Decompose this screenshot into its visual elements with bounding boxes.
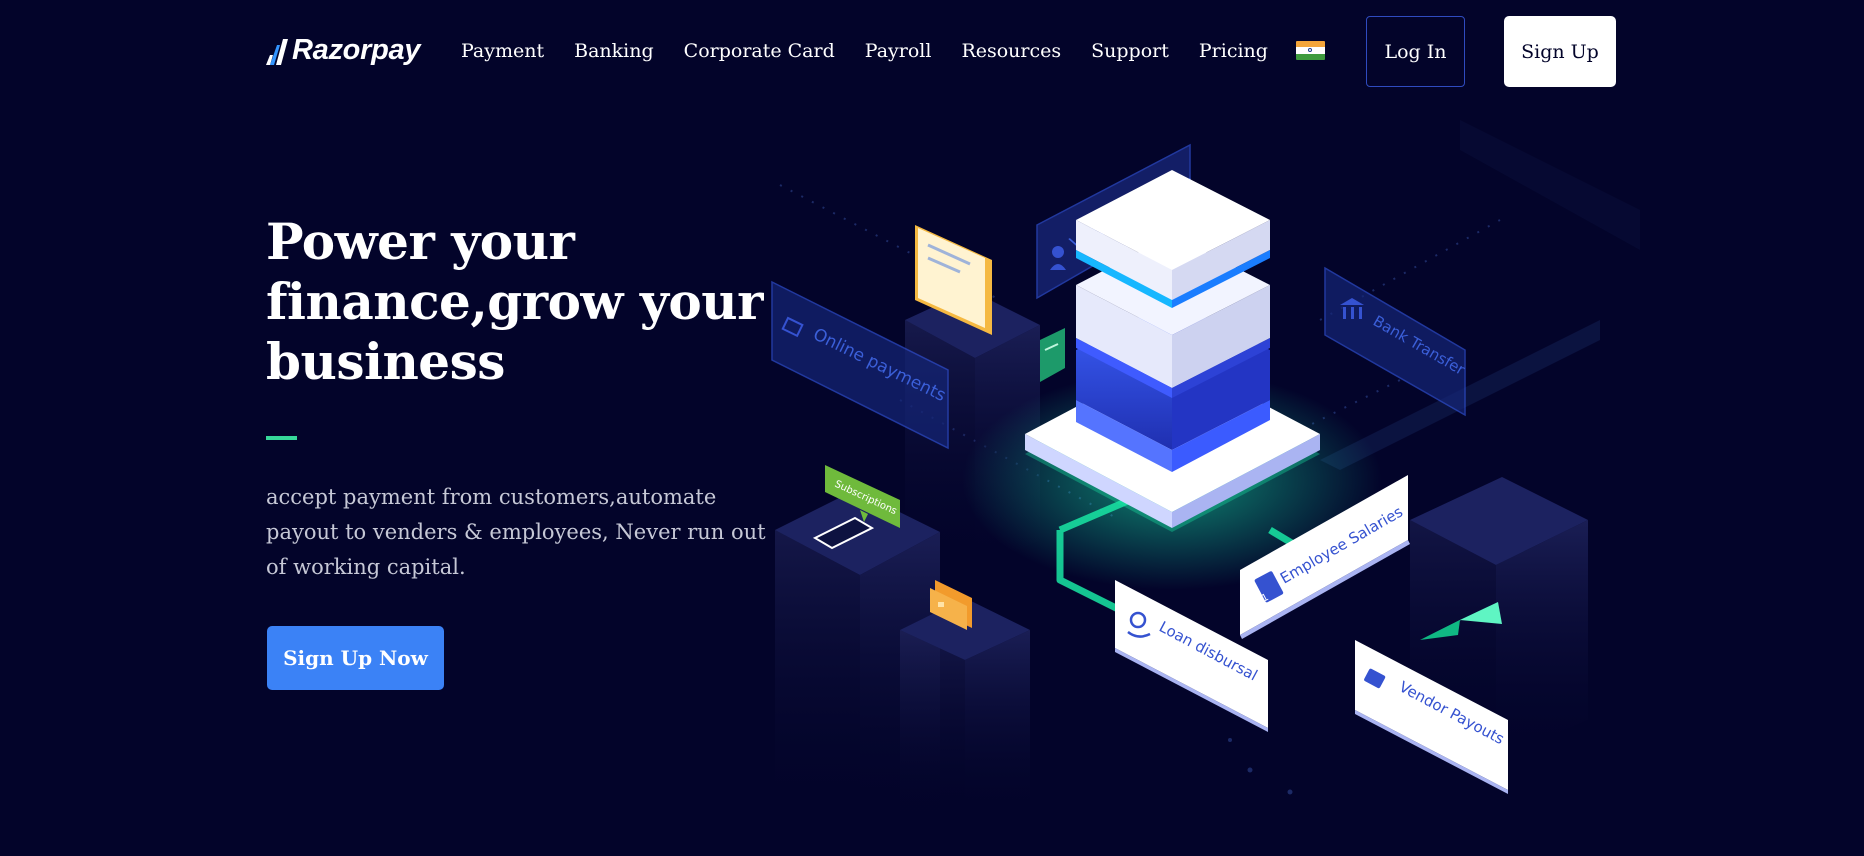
nav-item-payment[interactable]: Payment [461, 40, 544, 62]
hero-title: Power your finance,grow your business [266, 212, 786, 392]
brand-name: Razorpay [292, 34, 421, 66]
nav-item-payroll[interactable]: Payroll [865, 40, 932, 62]
green-document-icon [1040, 328, 1065, 382]
nav-item-banking[interactable]: Banking [574, 40, 654, 62]
main-nav: Payment Banking Corporate Card Payroll R… [461, 40, 1298, 62]
signup-button[interactable]: Sign Up [1504, 16, 1616, 87]
razorpay-logo[interactable]: Razorpay [266, 34, 420, 67]
signup-now-button[interactable]: Sign Up Now [267, 626, 444, 690]
accent-divider [266, 436, 297, 440]
online-payments-card: Online payments [771, 280, 949, 450]
nav-item-pricing[interactable]: Pricing [1199, 40, 1268, 62]
razorpay-logo-icon [266, 38, 288, 65]
hero-title-line-3: business [266, 332, 505, 391]
nav-item-support[interactable]: Support [1091, 40, 1169, 62]
hero-illustration: Virtual accounts Online payments Bank Tr… [771, 120, 1640, 820]
nav-item-resources[interactable]: Resources [961, 40, 1061, 62]
hero-title-line-1: Power your [266, 212, 575, 271]
hero-subtitle: accept payment from customers,automate p… [266, 485, 766, 579]
nav-item-corporate-card[interactable]: Corporate Card [684, 40, 835, 62]
login-button[interactable]: Log In [1366, 16, 1465, 87]
central-building [1076, 170, 1270, 472]
pillar-card [900, 598, 1030, 820]
background-dots [1228, 738, 1293, 795]
top-navigation-bar: Razorpay Payment Banking Corporate Card … [0, 0, 1864, 105]
bank-transfer-card: Bank Transfer [1324, 266, 1469, 417]
hero-title-line-2: finance,grow your [266, 272, 763, 331]
background-floor-strip [1460, 120, 1640, 250]
india-flag-icon[interactable] [1296, 41, 1325, 60]
